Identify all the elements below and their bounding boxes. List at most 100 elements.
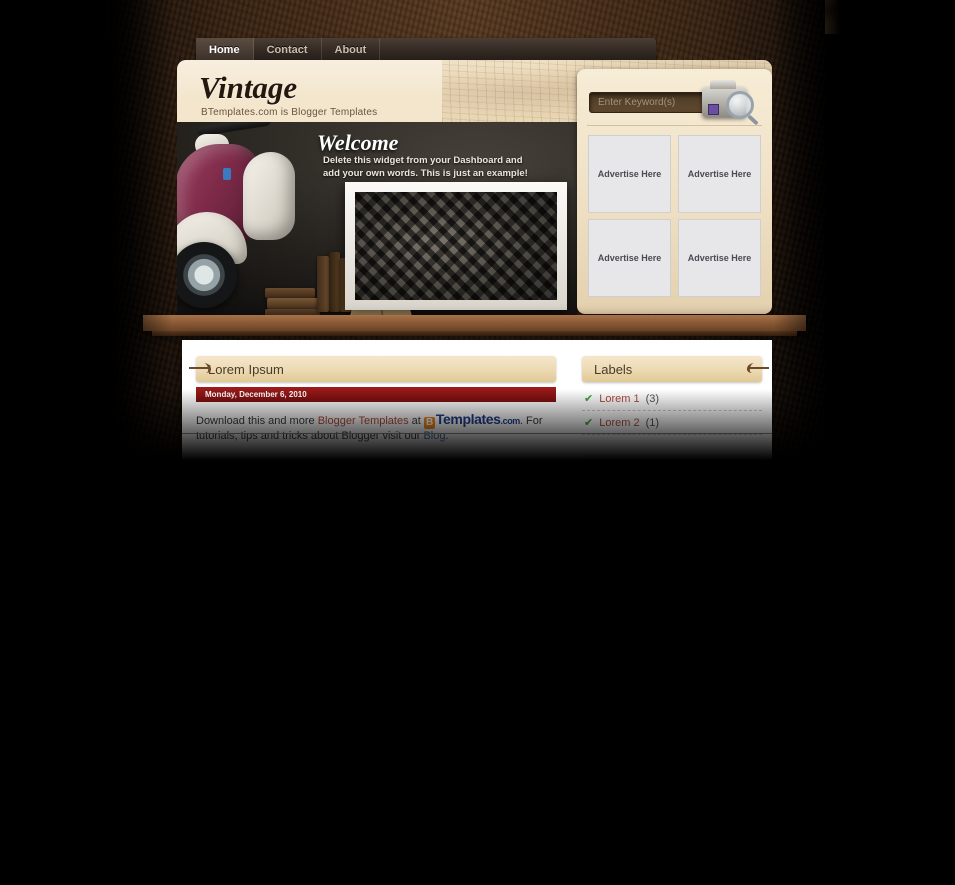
list-item[interactable]: ✔ Sevim: [582, 558, 762, 582]
list-item[interactable]: ✔ OrangeLine: [582, 510, 762, 534]
list-item[interactable]: ✔ SkyBlue: [582, 486, 762, 510]
widget-recent-posts-title-ribbon: Recent Posts: [582, 455, 769, 481]
book-upright-2: [329, 252, 340, 312]
list-item: Skins: [222, 832, 556, 847]
subheading-unordered-list: » Unordered list: [196, 750, 556, 765]
caret-down-icon[interactable]: ▼: [602, 811, 611, 821]
archive-entry[interactable]: Lorem Ipsum: [582, 828, 762, 852]
welcome-text: Delete this widget from your Dashboard a…: [323, 155, 528, 179]
subheading-ordered-list: » Ordered list: [196, 867, 556, 882]
post-title[interactable]: Lorem Ipsum: [208, 362, 284, 377]
framed-picture: [345, 182, 567, 310]
list-item: Blogger templates: [222, 766, 556, 781]
blog-archive-tree: ▼ 2010 (3) ▼ December (3) Lorem Ipsum Lore…: [582, 780, 762, 876]
ad-slot-1[interactable]: Advertise Here: [588, 135, 671, 213]
links-list: ✔ BTemplates ✔ BTemplates Blog ✔ Splashy…: [582, 657, 762, 729]
sidebar-column: Labels ✔ Lorem 1 (3) ✔ Lorem 2 (1) Recen…: [572, 340, 772, 885]
recent-post-name: OrangeLine: [599, 515, 657, 528]
chevron-icon: »: [196, 626, 203, 639]
ad-slot-2[interactable]: Advertise Here: [678, 135, 761, 213]
archive-entry[interactable]: Lorem Ipsum: [582, 852, 762, 876]
archive-year[interactable]: ▼ 2010 (3): [582, 780, 762, 804]
recent-post-name: SkyBlue: [599, 491, 640, 504]
list-item: Layouts: [222, 816, 556, 831]
chevron-icon: »: [196, 528, 203, 541]
blogger-templates-link-2[interactable]: blogger templates (link): [337, 608, 451, 620]
chevron-icon: »: [196, 750, 203, 763]
intro-text-4: .: [445, 430, 449, 442]
ad-slot-3[interactable]: Advertise Here: [588, 219, 671, 297]
main-navigation: Home Contact About: [196, 38, 656, 61]
subheading-ordered-list-label: Ordered list: [205, 868, 267, 880]
link-name: BTemplates Blog: [599, 686, 682, 699]
ad-slot-4-label: Advertise Here: [687, 253, 752, 263]
hero-banner: Welcome Delete this widget from your Das…: [177, 122, 577, 322]
list-item[interactable]: ✔ Lorem 2 (1): [582, 411, 762, 435]
magnifier-icon: [726, 91, 754, 119]
intro-text-2: at: [408, 415, 424, 427]
nav-item-about-label: About: [334, 43, 367, 56]
blogger-templates-link[interactable]: Blogger Templates: [318, 415, 409, 427]
header-sidebar-panel: Advertise Here Advertise Here Advertise …: [577, 69, 772, 314]
check-icon: ✔: [584, 564, 594, 576]
check-icon: ✔: [584, 540, 594, 552]
ribbon-tail-icon: [749, 756, 771, 767]
book-upright-1: [317, 256, 329, 312]
label-name: Lorem 1: [599, 392, 640, 405]
widget-labels-title-ribbon: Labels: [582, 356, 769, 382]
widget-links-title: Links: [594, 631, 625, 647]
list-item[interactable]: ✔ MXfluity: [582, 582, 762, 606]
post-date: Monday, December 6, 2010: [196, 387, 556, 402]
check-icon: ✔: [584, 516, 594, 528]
widget-links: Links ✔ BTemplates ✔ BTemplates Blog ✔ S…: [582, 626, 769, 729]
list-item[interactable]: ✔ Lorem 1 (3): [582, 387, 762, 411]
check-icon: ✔: [584, 492, 594, 504]
list-item: Templates: [222, 783, 556, 798]
check-icon: ✔: [584, 588, 594, 600]
recent-post-name: Sevim: [599, 563, 630, 576]
wooden-shelf: [143, 315, 806, 331]
ribbon-tail-icon: [749, 462, 771, 473]
post-title-ribbon: Lorem Ipsum: [196, 356, 556, 382]
framed-picture-canvas: [355, 192, 557, 300]
caret-down-icon[interactable]: ▼: [586, 787, 595, 797]
nav-item-about[interactable]: About: [322, 38, 381, 61]
post-paragraph-2: Et posse meliore definitiones (strong) h…: [196, 543, 556, 622]
check-icon: ✔: [584, 711, 594, 723]
subheading-paragraph-blockquote: » A paragraph as blockquote: [196, 690, 556, 705]
blog-link[interactable]: Blog: [423, 430, 445, 442]
p2-superscript: sint: [481, 559, 495, 569]
nav-item-home[interactable]: Home: [196, 38, 254, 61]
chevron-icon: »: [196, 691, 203, 703]
blockquote: Eu mei solum oporteat eleifend, libris n…: [210, 707, 556, 744]
subheading-paragraph-format-label: A paragraph format: [204, 528, 307, 541]
ad-slot-3-label: Advertise Here: [597, 253, 662, 263]
list-item[interactable]: ✔ Splashy Templates: [582, 705, 762, 729]
site-description: BTemplates.com is Blogger Templates: [201, 107, 378, 118]
widget-blog-archive-title-ribbon: Blog Archive: [582, 749, 769, 775]
check-icon: ✔: [584, 687, 594, 699]
page-root: Home Contact About Vintage BTemplates.co…: [0, 0, 955, 885]
list-item: BTemplates: [222, 849, 556, 864]
content-horizontal-rule: [182, 433, 772, 434]
archive-month[interactable]: ▼ December (3): [582, 804, 762, 828]
subheading-paragraph-code: » A paragraph as code: [196, 626, 556, 641]
ad-slot-4[interactable]: Advertise Here: [678, 219, 761, 297]
check-icon: ✔: [584, 663, 594, 675]
post-paragraph-1: Ne malorum ceteros feugait quo, ius ea l…: [196, 466, 544, 523]
list-item[interactable]: ✔ BTemplates Blog: [582, 681, 762, 705]
widget-blog-archive: Blog Archive ▼ 2010 (3) ▼ December (3) Lor…: [582, 749, 769, 876]
ribbon-tail-icon: [749, 633, 771, 644]
nav-item-contact[interactable]: Contact: [254, 38, 322, 61]
ribbon-tail-icon: [749, 363, 771, 374]
btemplates-name: Templates: [435, 411, 501, 427]
check-icon: ✔: [584, 417, 594, 429]
site-title[interactable]: Vintage: [199, 70, 297, 106]
scooter-wheel: [177, 242, 237, 308]
recent-posts-list: ✔ SkyBlue ✔ OrangeLine ✔ Helix ✔ Sevim ✔…: [582, 486, 762, 606]
post-body: Download this and more Blogger Templates…: [196, 412, 556, 885]
advertisement-grid: Advertise Here Advertise Here Advertise …: [588, 135, 761, 297]
list-item[interactable]: ✔ Helix: [582, 534, 762, 558]
label-count: (1): [645, 416, 660, 429]
list-item[interactable]: ✔ BTemplates: [582, 657, 762, 681]
